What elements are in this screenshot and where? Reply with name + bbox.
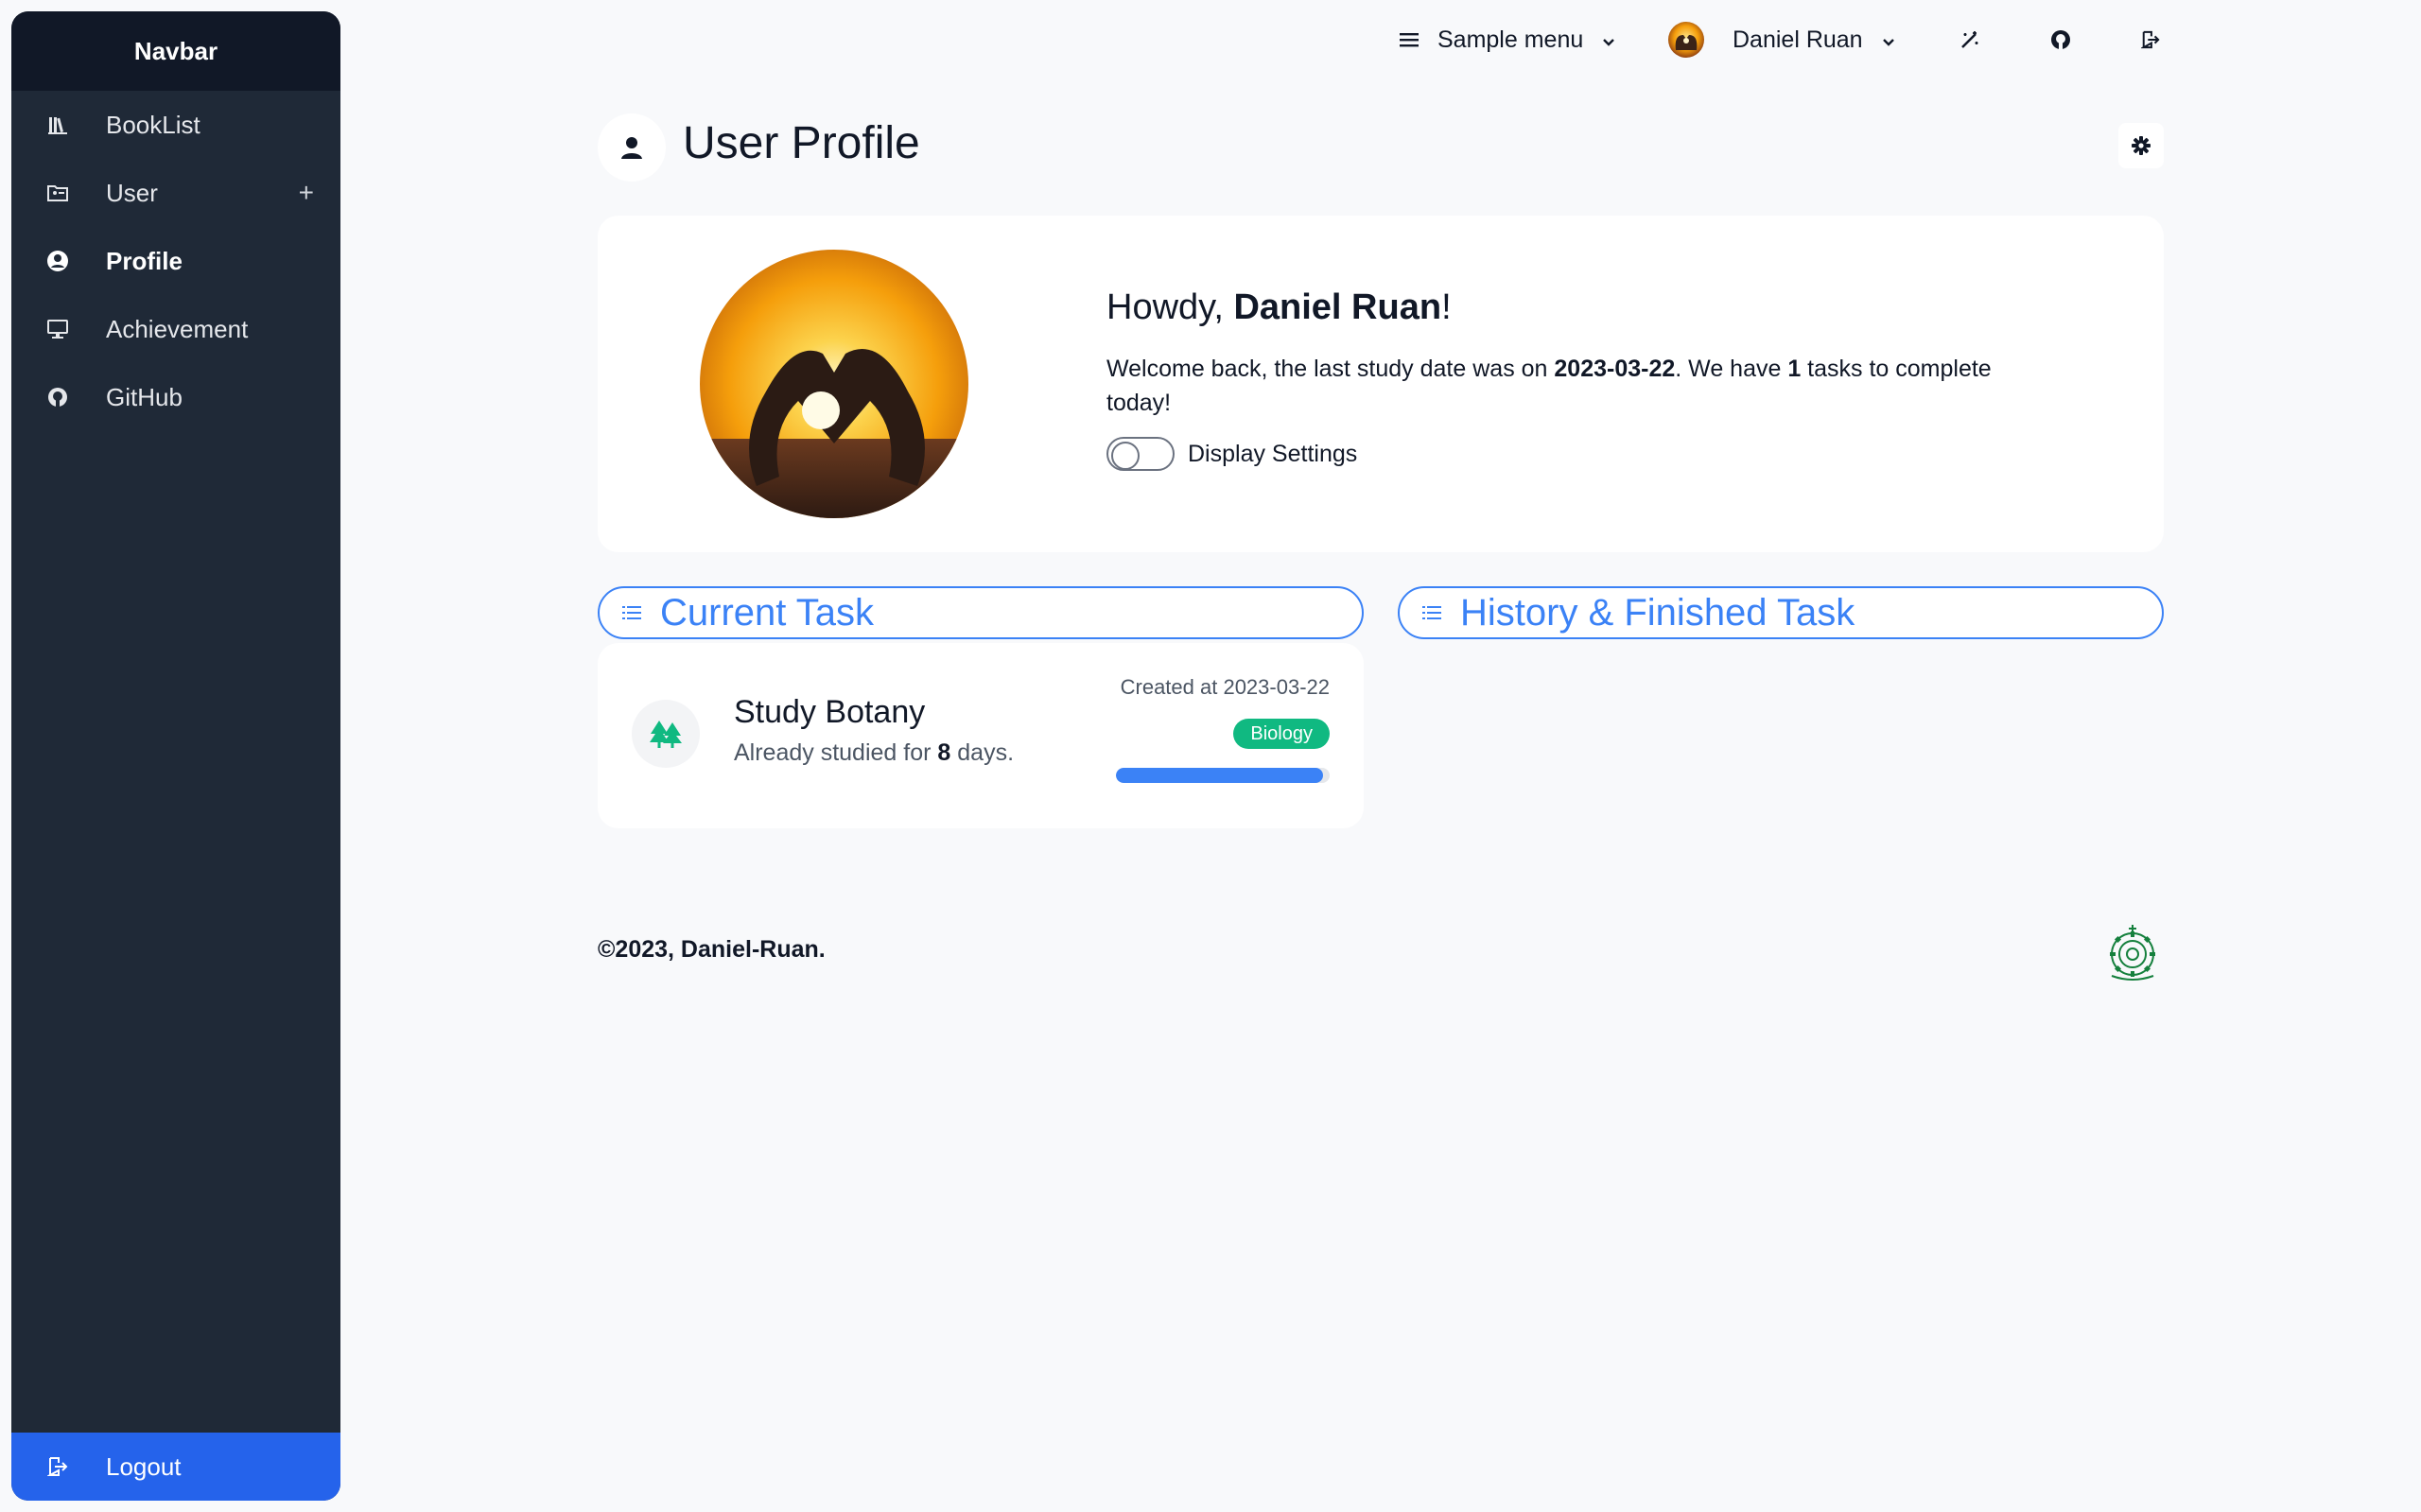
theme-toggle-button[interactable] — [1959, 21, 1980, 59]
tab-label: History & Finished Task — [1460, 591, 1855, 634]
welcome-prefix: Welcome back, the last study date was on — [1106, 356, 1555, 382]
tab-current-task[interactable]: Current Task — [598, 586, 1364, 639]
studied-suffix: days. — [950, 739, 1015, 766]
greeting-suffix: ! — [1441, 287, 1452, 327]
logout-icon — [45, 1454, 70, 1479]
task-count: 1 — [1787, 356, 1802, 382]
studied-prefix: Already studied for — [734, 739, 938, 766]
magic-wand-icon — [1959, 29, 1980, 50]
subject-badge: Biology — [1233, 719, 1330, 749]
user-menu-dropdown[interactable]: Daniel Ruan — [1668, 21, 1895, 59]
display-settings-toggle[interactable] — [1106, 437, 1175, 471]
sidebar-item-label: BookList — [106, 110, 200, 139]
tab-history-task[interactable]: History & Finished Task — [1398, 586, 2164, 639]
greeting: Howdy, Daniel Ruan! — [1106, 287, 1452, 328]
task-studied-text: Already studied for 8 days. — [734, 739, 1014, 767]
logout-label: Logout — [106, 1451, 182, 1481]
sidebar-item-profile[interactable]: Profile — [11, 227, 340, 295]
sidebar-item-user[interactable]: User + — [11, 159, 340, 227]
sidebar-item-achievement[interactable]: Achievement — [11, 295, 340, 363]
page-title: User Profile — [683, 118, 920, 168]
sample-menu-label: Sample menu — [1437, 26, 1584, 53]
github-icon — [45, 385, 70, 409]
user-name-label: Daniel Ruan — [1733, 26, 1863, 53]
profile-avatar — [700, 250, 968, 518]
sidebar-item-label: GitHub — [106, 382, 183, 411]
expand-plus-icon[interactable]: + — [299, 178, 314, 208]
user-circle-icon — [45, 249, 70, 273]
github-link[interactable] — [2050, 21, 2071, 59]
chevron-down-icon — [1602, 26, 1615, 54]
chevron-down-icon — [1882, 26, 1895, 54]
display-settings-label: Display Settings — [1188, 440, 1358, 467]
greeting-name: Daniel Ruan — [1233, 287, 1442, 327]
list-icon — [1422, 605, 1445, 620]
greeting-prefix: Howdy, — [1106, 287, 1234, 327]
task-progress-bar — [1116, 768, 1330, 783]
studied-days: 8 — [937, 739, 951, 766]
user-icon — [598, 113, 666, 182]
sidebar: Navbar BookList User + Profile Achieveme… — [11, 11, 340, 1501]
avatar — [1668, 22, 1704, 58]
footer-copyright: ©2023, Daniel-Ruan. — [598, 936, 826, 963]
welcome-mid: . We have — [1675, 356, 1788, 382]
hamburger-icon — [1400, 32, 1419, 47]
monitor-icon — [45, 317, 70, 341]
sidebar-item-github[interactable]: GitHub — [11, 363, 340, 431]
settings-button[interactable] — [2118, 123, 2164, 168]
sidebar-title: Navbar — [11, 11, 340, 91]
tree-icon — [632, 700, 700, 768]
github-icon — [2050, 29, 2071, 50]
sample-menu-dropdown[interactable]: Sample menu — [1400, 21, 1615, 59]
logout-button[interactable]: Logout — [11, 1433, 340, 1501]
logout-icon — [2141, 30, 2160, 49]
folder-user-icon — [45, 181, 70, 205]
list-icon — [622, 605, 645, 620]
welcome-text: Welcome back, the last study date was on… — [1106, 352, 2052, 420]
profile-card: Howdy, Daniel Ruan! Welcome back, the la… — [598, 216, 2164, 552]
library-icon — [45, 113, 70, 137]
task-progress-fill — [1116, 768, 1324, 783]
seal-logo — [2103, 921, 2162, 983]
logout-top-button[interactable] — [2141, 21, 2160, 59]
sidebar-item-booklist[interactable]: BookList — [11, 91, 340, 159]
last-study-date: 2023-03-22 — [1554, 356, 1676, 382]
task-card[interactable]: Study Botany Already studied for 8 days.… — [598, 643, 1364, 828]
sidebar-item-label: Achievement — [106, 314, 249, 343]
sidebar-item-label: Profile — [106, 246, 183, 275]
tab-label: Current Task — [660, 591, 875, 634]
task-title: Study Botany — [734, 694, 926, 730]
sidebar-item-label: User — [106, 178, 158, 207]
gear-icon — [2131, 135, 2151, 156]
display-settings-row: Display Settings — [1106, 437, 1357, 471]
task-created-date: Created at 2023-03-22 — [1120, 675, 1330, 699]
